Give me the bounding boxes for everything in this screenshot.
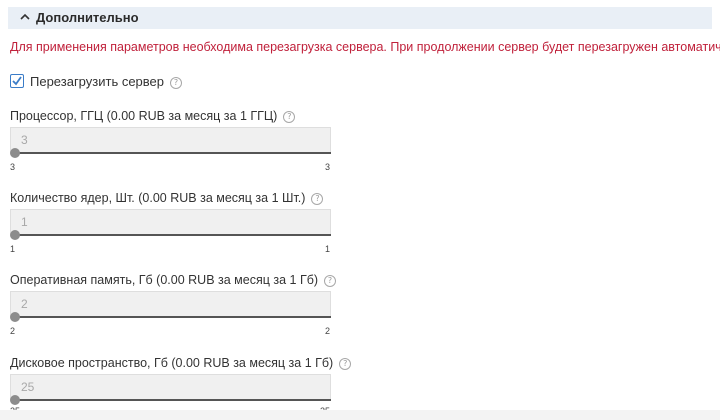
- cpu-slider-min: 3: [10, 162, 16, 172]
- ram-field-label: Оперативная память, Гб (0.00 RUB за меся…: [10, 273, 337, 287]
- disk-label-text: Дисковое пространство, Гб (0.00 RUB за м…: [10, 356, 334, 370]
- disk-field-label: Дисковое пространство, Гб (0.00 RUB за м…: [10, 356, 352, 370]
- disk-input[interactable]: 25: [10, 374, 331, 400]
- check-icon: [12, 76, 22, 86]
- cpu-slider-track[interactable]: [14, 152, 331, 154]
- disk-slider-track[interactable]: [14, 399, 331, 401]
- disk-slider-handle[interactable]: [10, 395, 20, 405]
- ram-slider-max: 2: [325, 326, 331, 336]
- chevron-up-icon: [20, 13, 30, 20]
- cores-slider-min: 1: [10, 244, 16, 254]
- section-header-additional[interactable]: Дополнительно: [8, 7, 712, 29]
- help-icon[interactable]: ?: [339, 357, 352, 370]
- footer-fade: [0, 410, 720, 420]
- reboot-label-text: Перезагрузить сервер: [30, 74, 165, 89]
- cores-slider-handle[interactable]: [10, 230, 20, 240]
- reboot-warning: Для применения параметров необходима пер…: [10, 40, 720, 54]
- cpu-slider-handle[interactable]: [10, 148, 20, 158]
- cores-slider-track[interactable]: [14, 234, 331, 236]
- reboot-checkbox[interactable]: [10, 74, 24, 88]
- ram-slider-min: 2: [10, 326, 16, 336]
- cores-slider-max: 1: [325, 244, 331, 254]
- section-title: Дополнительно: [36, 10, 139, 25]
- ram-slider-track[interactable]: [14, 316, 331, 318]
- ram-input[interactable]: 2: [10, 291, 331, 317]
- help-icon[interactable]: ?: [311, 192, 324, 205]
- cores-input[interactable]: 1: [10, 209, 331, 235]
- help-icon[interactable]: ?: [324, 274, 337, 287]
- cpu-label-text: Процессор, ГГЦ (0.00 RUB за месяц за 1 Г…: [10, 109, 278, 123]
- help-icon[interactable]: ?: [283, 110, 296, 123]
- ram-label-text: Оперативная память, Гб (0.00 RUB за меся…: [10, 273, 319, 287]
- cpu-slider-max: 3: [325, 162, 331, 172]
- cores-label-text: Количество ядер, Шт. (0.00 RUB за месяц …: [10, 191, 306, 205]
- cpu-input[interactable]: 3: [10, 127, 331, 153]
- cores-field-label: Количество ядер, Шт. (0.00 RUB за месяц …: [10, 191, 324, 205]
- help-icon[interactable]: ?: [170, 76, 183, 89]
- ram-slider-handle[interactable]: [10, 312, 20, 322]
- reboot-label: Перезагрузить сервер?: [30, 74, 183, 89]
- cpu-field-label: Процессор, ГГЦ (0.00 RUB за месяц за 1 Г…: [10, 109, 296, 123]
